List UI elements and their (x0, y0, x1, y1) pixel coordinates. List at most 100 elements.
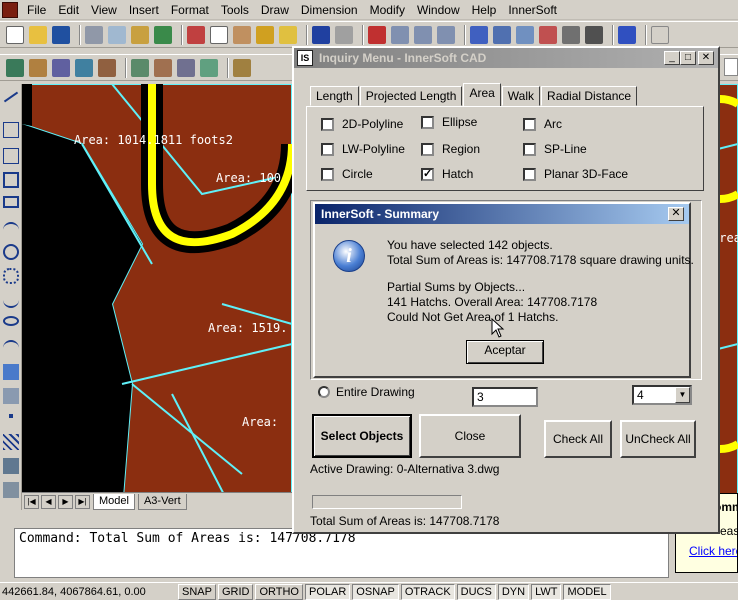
help-link[interactable]: Click here (689, 544, 737, 558)
innersoft-tool-icon[interactable] (98, 58, 116, 77)
calculator-icon[interactable] (585, 25, 603, 44)
3d-dwf-icon[interactable] (154, 25, 172, 44)
tab-model[interactable]: Model (93, 493, 135, 510)
gradient-icon[interactable] (3, 458, 19, 474)
polyline-icon[interactable] (3, 148, 19, 164)
command-line[interactable]: Command: Total Sum of Areas is: 147708.7… (14, 528, 669, 578)
make-block-icon[interactable] (3, 388, 19, 404)
block-editor-icon[interactable] (279, 25, 297, 44)
tool-palettes-icon[interactable] (516, 25, 534, 44)
checkbox-sp-line[interactable]: SP-Line (523, 142, 587, 156)
entire-drawing-radio[interactable]: Entire Drawing (318, 385, 415, 399)
pan-icon[interactable] (368, 25, 386, 44)
snap-toggle[interactable]: SNAP (178, 583, 216, 600)
dyn-toggle[interactable]: DYN (497, 583, 530, 600)
publish-icon[interactable] (131, 25, 149, 44)
ortho-toggle[interactable]: ORTHO (255, 583, 303, 600)
zoom-window-icon[interactable] (414, 25, 432, 44)
innersoft-tool-icon[interactable] (29, 58, 47, 77)
circle-icon[interactable] (3, 244, 19, 260)
close-button[interactable]: Close (419, 414, 521, 458)
innersoft-tool-icon[interactable] (200, 58, 218, 77)
aceptar-button[interactable]: Aceptar (466, 340, 544, 364)
paste-icon[interactable] (233, 25, 251, 44)
region-icon[interactable] (3, 482, 19, 498)
point-icon[interactable] (9, 414, 13, 418)
checkbox-planar-3d-face[interactable]: Planar 3D-Face (523, 167, 628, 181)
polygon-icon[interactable] (3, 172, 19, 188)
menu-modify[interactable]: Modify (365, 0, 412, 20)
otrack-toggle[interactable]: OTRACK (400, 583, 455, 600)
undo-icon[interactable] (312, 25, 330, 44)
tab-a3-vert[interactable]: A3-Vert (137, 493, 187, 510)
layer-dropdown[interactable] (724, 58, 738, 76)
save-icon[interactable] (52, 25, 70, 44)
menu-innersoft[interactable]: InnerSoft (503, 0, 564, 20)
checkbox-circle[interactable]: Circle (321, 167, 373, 181)
menu-edit[interactable]: Edit (53, 0, 86, 20)
select-objects-button[interactable]: Select Objects (312, 414, 412, 458)
menu-draw[interactable]: Draw (256, 0, 296, 20)
maximize-button[interactable]: □ (680, 51, 696, 65)
tab-area[interactable]: Area (463, 83, 501, 106)
match-properties-icon[interactable] (256, 25, 274, 44)
plot-preview-icon[interactable] (108, 25, 126, 44)
menu-window[interactable]: Window (412, 0, 467, 20)
arc-icon[interactable] (3, 222, 19, 238)
tab-walk[interactable]: Walk (501, 86, 541, 106)
checkbox-2d-polyline[interactable]: 2D-Polyline (321, 117, 403, 131)
rectangle-icon[interactable] (3, 196, 19, 208)
checkbox-ellipse[interactable]: Ellipse (421, 115, 477, 129)
checkbox-lw-polyline[interactable]: LW-Polyline (321, 142, 405, 156)
close-icon[interactable]: ✕ (668, 207, 684, 221)
insert-block-icon[interactable] (3, 364, 19, 380)
chevron-down-icon[interactable]: ▼ (675, 387, 690, 403)
menu-dimension[interactable]: Dimension (296, 0, 365, 20)
innersoft-tool-icon[interactable] (6, 58, 24, 77)
menu-view[interactable]: View (86, 0, 124, 20)
grid-toggle[interactable]: GRID (217, 583, 254, 600)
osnap-toggle[interactable]: OSNAP (352, 583, 399, 600)
lwt-toggle[interactable]: LWT (531, 583, 562, 600)
close-window-button[interactable]: ✕ (698, 51, 714, 65)
cut-icon[interactable] (187, 25, 205, 44)
tab-length[interactable]: Length (310, 86, 359, 106)
copy-icon[interactable] (210, 25, 228, 44)
innersoft-tool-icon[interactable] (75, 58, 93, 77)
ellipse-icon[interactable] (3, 316, 19, 326)
checkbox-hatch[interactable]: ✓ Hatch (421, 167, 473, 181)
construction-line-icon[interactable] (3, 122, 19, 138)
zoom-realtime-icon[interactable] (391, 25, 409, 44)
menu-tools[interactable]: Tools (216, 0, 256, 20)
uncheck-all-button[interactable]: UnCheck All (620, 420, 696, 458)
minimize-button[interactable]: _ (664, 51, 680, 65)
properties-icon[interactable] (470, 25, 488, 44)
innersoft-tool-icon[interactable] (154, 58, 172, 77)
ducs-toggle[interactable]: DUCS (456, 583, 496, 600)
markup-icon[interactable] (562, 25, 580, 44)
polar-toggle[interactable]: POLAR (305, 583, 351, 600)
innersoft-tool-icon[interactable] (177, 58, 195, 77)
design-center-icon[interactable] (493, 25, 511, 44)
menu-insert[interactable]: Insert (124, 0, 166, 20)
redo-icon[interactable] (335, 25, 353, 44)
text-style-icon[interactable] (651, 25, 669, 44)
tab-projected-length[interactable]: Projected Length (359, 86, 463, 106)
innersoft-tool-icon[interactable] (233, 58, 251, 77)
help-icon[interactable] (618, 25, 636, 44)
menu-help[interactable]: Help (467, 0, 504, 20)
revcloud-icon[interactable] (3, 268, 19, 284)
precision-select[interactable]: 4 ▼ (632, 385, 692, 405)
hatch-icon[interactable] (3, 434, 19, 450)
first-tab-button[interactable]: |◀ (24, 494, 39, 509)
app-icon[interactable] (2, 1, 18, 18)
count-input[interactable]: 3 (472, 387, 538, 407)
last-tab-button[interactable]: ▶| (75, 494, 90, 509)
menu-format[interactable]: Format (166, 0, 216, 20)
sheet-set-icon[interactable] (539, 25, 557, 44)
checkbox-region[interactable]: Region (421, 142, 480, 156)
check-all-button[interactable]: Check All (544, 420, 612, 458)
new-file-icon[interactable] (6, 25, 24, 44)
prev-tab-button[interactable]: ◀ (41, 494, 56, 509)
inquiry-title-bar[interactable]: IS Inquiry Menu - InnerSoft CAD (294, 48, 718, 68)
